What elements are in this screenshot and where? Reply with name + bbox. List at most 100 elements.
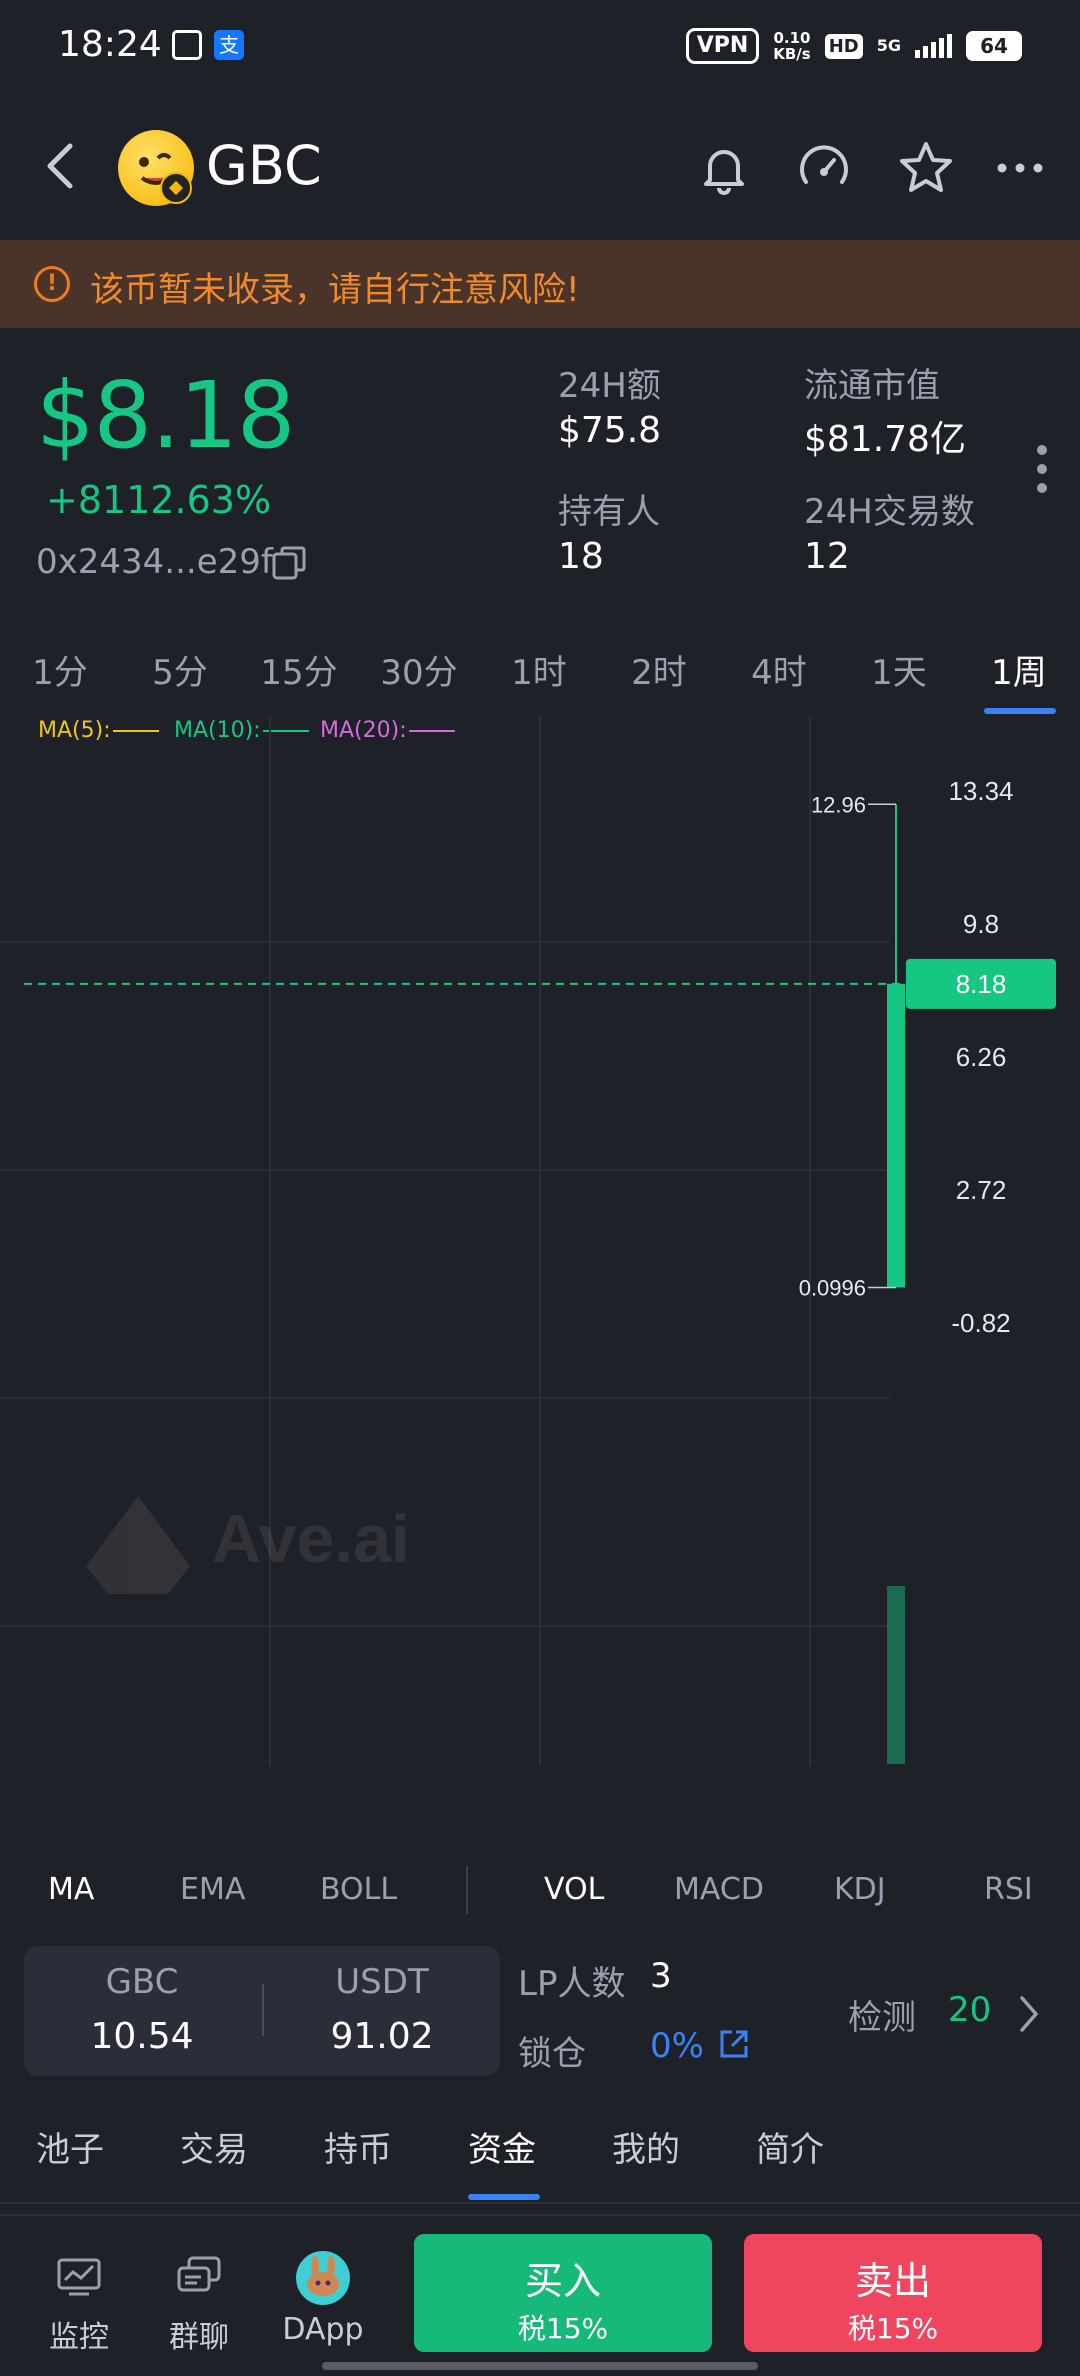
lp-count-value: 3 (650, 1956, 672, 1996)
stat-marketcap-label: 流通市值 (804, 366, 940, 406)
buy-tax: 税15% (517, 2312, 609, 2345)
star-icon[interactable] (896, 138, 956, 198)
stat-marketcap-value: $81.78亿 (804, 419, 966, 460)
sell-button-label: 卖出 (854, 2259, 931, 2303)
indicator-rsi[interactable]: RSI (984, 1872, 1033, 1907)
nav-dapp-label: DApp (282, 2312, 364, 2347)
y-tick-label: 13.34 (948, 776, 1013, 806)
current-price-tag-text: 8.18 (956, 969, 1007, 999)
low-label: 0.0996 (799, 1275, 866, 1300)
tab-trades[interactable]: 交易 (180, 2122, 248, 2171)
external-link-icon[interactable] (716, 2026, 752, 2062)
app-notification-icon (172, 30, 202, 60)
section-divider (0, 2202, 1080, 2204)
tab-4h[interactable]: 4时 (729, 645, 829, 694)
tab-holders[interactable]: 持币 (324, 2122, 392, 2171)
y-tick-label: -0.82 (951, 1308, 1010, 1338)
tab-1m[interactable]: 1分 (10, 645, 110, 694)
more-vertical-icon[interactable] (1036, 444, 1048, 494)
net-speed-unit: KB/s (773, 45, 811, 63)
pool-token-b-amount: 91.02 (330, 2016, 434, 2057)
warning-icon: ! (34, 266, 70, 302)
candle-body (887, 983, 905, 1288)
bell-icon[interactable] (694, 138, 754, 198)
indicator-macd[interactable]: MACD (674, 1872, 764, 1907)
tab-30m[interactable]: 30分 (369, 645, 469, 694)
pool-token-a-symbol: GBC (105, 1962, 179, 2002)
pool-token-b-symbol: USDT (335, 1962, 429, 2002)
tab-1d[interactable]: 1天 (849, 645, 949, 694)
y-tick-label: 9.8 (963, 909, 999, 939)
signal-icon (915, 34, 952, 58)
detect-score[interactable]: 20 (948, 1990, 991, 2030)
token-name: GBC (206, 134, 322, 197)
section-active-indicator (468, 2194, 540, 2200)
nav-chat[interactable]: 群聊 (144, 2250, 254, 2356)
stat-holders-label: 持有人 (558, 492, 660, 532)
tab-5m[interactable]: 5分 (130, 645, 230, 694)
indicator-kdj[interactable]: KDJ (834, 1872, 886, 1907)
timeframe-active-indicator (984, 708, 1056, 714)
tab-1h[interactable]: 1时 (489, 645, 589, 694)
vpn-badge: VPN (685, 28, 760, 64)
price-chart[interactable]: Ave.ai 12.96 0.0996 13.34 9.8 6.26 2.72 -0.8… (0, 716, 1080, 1776)
nav-monitor-label: 监控 (49, 2320, 109, 2355)
volume-bar (887, 1586, 905, 1764)
watermark: Ave.ai (86, 1496, 410, 1594)
stat-volume-label: 24H额 (558, 366, 661, 406)
stat-volume-value: $75.8 (558, 410, 662, 451)
tab-intro[interactable]: 简介 (756, 2122, 824, 2171)
tab-15m[interactable]: 15分 (249, 645, 349, 694)
tab-pool[interactable]: 池子 (36, 2122, 104, 2171)
indicator-ma[interactable]: MA (48, 1872, 94, 1907)
indicator-vol[interactable]: VOL (544, 1872, 604, 1907)
pool-token-a-amount: 10.54 (90, 2016, 194, 2057)
chain-badge-icon (160, 172, 192, 204)
stat-trades-value: 12 (804, 536, 850, 577)
back-icon[interactable] (42, 140, 78, 192)
lock-value[interactable]: 0% (650, 2026, 704, 2066)
detect-label[interactable]: 检测 (848, 1990, 916, 2039)
network-type: 5G (876, 36, 901, 55)
lock-label: 锁仓 (518, 2034, 586, 2074)
hd-badge: HD (824, 33, 863, 59)
y-axis: 13.34 9.8 6.26 2.72 -0.82 (948, 776, 1013, 1338)
battery-level: 64 (980, 34, 1008, 58)
battery-icon: 64 (966, 31, 1022, 61)
lp-count-label: LP人数 (518, 1964, 626, 2004)
sell-button[interactable]: 卖出 税15% (744, 2234, 1042, 2352)
high-label: 12.96 (811, 792, 866, 817)
alipay-icon: 支 (214, 30, 244, 60)
home-indicator (322, 2362, 758, 2370)
price-change: +8112.63% (46, 478, 272, 522)
stat-trades-label: 24H交易数 (804, 492, 975, 532)
indicator-divider (466, 1866, 468, 1914)
net-speed: 0.10 KB/s (773, 30, 810, 62)
buy-button[interactable]: 买入 税15% (414, 2234, 712, 2352)
sell-tax: 税15% (847, 2312, 939, 2345)
contract-address: 0x2434...e29f (36, 542, 273, 582)
gauge-icon[interactable] (794, 138, 854, 198)
nav-dapp[interactable]: DApp (268, 2250, 378, 2347)
stat-holders-value: 18 (558, 536, 604, 577)
status-time: 18:24 (58, 24, 162, 65)
buy-button-label: 买入 (524, 2259, 601, 2303)
indicator-ema[interactable]: EMA (180, 1872, 245, 1907)
pancakeswap-icon (296, 2251, 350, 2305)
tab-funds[interactable]: 资金 (468, 2122, 536, 2171)
nav-monitor[interactable]: 监控 (24, 2250, 134, 2356)
indicator-boll[interactable]: BOLL (320, 1872, 397, 1907)
copy-icon[interactable] (270, 544, 308, 582)
chevron-right-icon[interactable] (1016, 1994, 1042, 2034)
y-tick-label: 6.26 (956, 1042, 1007, 1072)
nav-chat-label: 群聊 (169, 2320, 229, 2355)
tab-2h[interactable]: 2时 (609, 645, 709, 694)
y-tick-label: 2.72 (956, 1175, 1007, 1205)
current-price: $8.18 (36, 362, 295, 469)
tab-1w[interactable]: 1周 (969, 645, 1069, 694)
more-icon[interactable] (990, 138, 1050, 198)
monitor-icon (57, 2258, 101, 2296)
risk-warning-text: 该币暂未收录，请自行注意风险! (90, 270, 580, 310)
tab-mine[interactable]: 我的 (612, 2122, 680, 2171)
watermark-logo-icon (86, 1496, 190, 1594)
